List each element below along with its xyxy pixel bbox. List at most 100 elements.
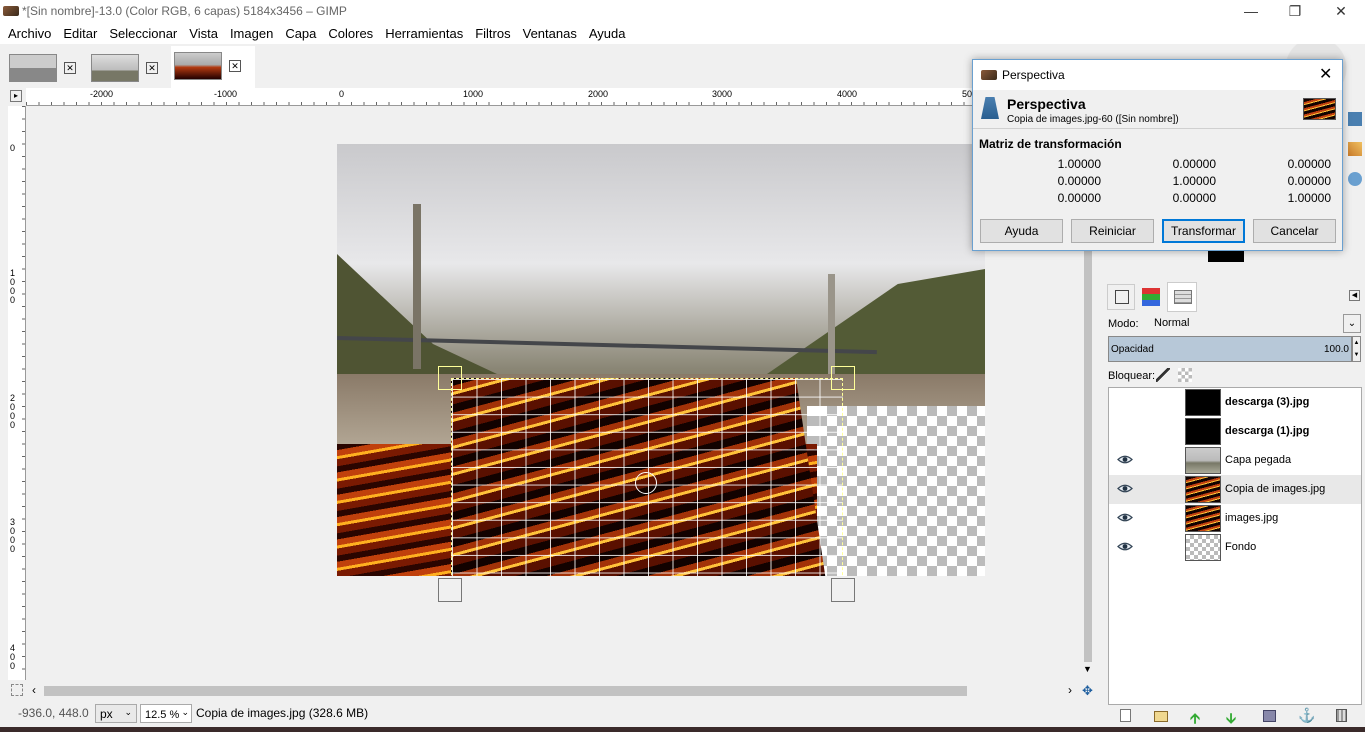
tool-icon-1[interactable]	[1348, 112, 1362, 126]
ruler-left-label: 3 0 0 0	[10, 517, 16, 554]
image-canvas[interactable]	[26, 106, 1079, 680]
opacity-spin-buttons[interactable]: ▲ ▼	[1352, 336, 1361, 362]
lock-alpha-icon[interactable]	[1178, 368, 1192, 382]
close-window-button[interactable]: ✕	[1318, 0, 1364, 22]
new-layer-icon[interactable]	[1120, 709, 1131, 722]
dialog-heading: Perspectiva	[1007, 96, 1086, 112]
visibility-eye-icon[interactable]	[1117, 454, 1133, 464]
help-button[interactable]: Ayuda	[980, 219, 1063, 243]
taskbar-strip	[0, 727, 1365, 732]
horizontal-scrollbar[interactable]	[44, 684, 1074, 696]
handle-bottom-left[interactable]	[438, 578, 462, 602]
scroll-down-icon[interactable]: ▼	[1083, 664, 1092, 674]
image-tab-2[interactable]: ✕	[88, 48, 172, 86]
menu-editar[interactable]: Editar	[57, 22, 103, 44]
matrix-cell: 0.00000	[1172, 191, 1216, 205]
menu-colores[interactable]: Colores	[322, 22, 379, 44]
handle-top-right[interactable]	[831, 366, 855, 390]
visibility-eye-icon[interactable]	[1117, 512, 1133, 522]
ruler-left-label: 0	[10, 143, 16, 153]
bridge-tower-left	[413, 204, 421, 369]
new-layer-group-icon[interactable]	[1154, 711, 1168, 722]
close-tab-icon[interactable]: ✕	[64, 62, 76, 74]
ruler-corner-button[interactable]: ▸	[10, 90, 22, 102]
image-tab-1[interactable]: ✕	[6, 48, 90, 86]
opacity-slider[interactable]: Opacidad 100.0	[1108, 336, 1352, 362]
mode-select[interactable]: Normal ⌄	[1150, 314, 1361, 333]
layer-row[interactable]: descarga (1).jpg	[1109, 417, 1361, 446]
scroll-left-icon[interactable]: ‹	[32, 683, 36, 697]
dialog-title-bar: Perspectiva ✕	[973, 60, 1342, 90]
matrix-cell: 0.00000	[1287, 174, 1331, 188]
dialog-close-icon[interactable]: ✕	[1319, 64, 1332, 84]
menu-archivo[interactable]: Archivo	[2, 22, 57, 44]
layer-row[interactable]: Copia de images.jpg	[1109, 475, 1361, 504]
layer-thumbnail	[1185, 505, 1221, 532]
ruler-top-label: 1000	[463, 89, 484, 99]
ruler-top-label: 2000	[588, 89, 609, 99]
visibility-eye-icon[interactable]	[1117, 396, 1131, 406]
layer-thumbnail	[1185, 534, 1221, 561]
layer-row[interactable]: Capa pegada	[1109, 446, 1361, 475]
handle-bottom-right[interactable]	[831, 578, 855, 602]
menu-vista[interactable]: Vista	[183, 22, 224, 44]
layer-thumbnail	[1185, 418, 1221, 445]
minimize-button[interactable]: —	[1228, 0, 1274, 22]
matrix-cell: 0.00000	[1057, 174, 1101, 188]
layer-thumbnail	[1185, 447, 1221, 474]
visibility-eye-icon[interactable]	[1117, 541, 1133, 551]
ruler-left-label: 4 0 0	[10, 643, 16, 671]
menu-capa[interactable]: Capa	[279, 22, 322, 44]
menu-herramientas[interactable]: Herramientas	[379, 22, 469, 44]
visibility-eye-icon[interactable]	[1117, 425, 1131, 435]
layer-row[interactable]: Fondo	[1109, 533, 1361, 562]
ruler-top-label: 4000	[837, 89, 858, 99]
matrix-cell: 0.00000	[1287, 157, 1331, 171]
horizontal-scroll-thumb[interactable]	[44, 686, 967, 696]
image-tab-3-active[interactable]: ✕	[171, 46, 255, 88]
menu-seleccionar[interactable]: Seleccionar	[103, 22, 183, 44]
menu-filtros[interactable]: Filtros	[469, 22, 516, 44]
close-tab-icon[interactable]: ✕	[146, 62, 158, 74]
menu-ayuda[interactable]: Ayuda	[583, 22, 632, 44]
maximize-button[interactable]: ❐	[1272, 0, 1318, 22]
transform-center-handle[interactable]	[635, 472, 657, 494]
menu-imagen[interactable]: Imagen	[224, 22, 279, 44]
zoom-select[interactable]: 12.5 % ⌄	[140, 704, 192, 723]
layer-name: Fondo	[1225, 541, 1257, 553]
unit-select[interactable]: px ⌄	[95, 704, 137, 723]
layer-preview-thumbnail	[1303, 98, 1336, 120]
tab-layers[interactable]	[1167, 282, 1197, 312]
tab-tool-options[interactable]	[1107, 284, 1135, 310]
window-title: *[Sin nombre]-13.0 (Color RGB, 6 capas) …	[22, 4, 347, 18]
lock-pixels-brush-icon[interactable]	[1156, 368, 1170, 382]
ruler-top-label: 50	[962, 89, 973, 99]
delete-layer-icon[interactable]	[1336, 709, 1347, 722]
layer-row[interactable]: images.jpg	[1109, 504, 1361, 533]
visibility-eye-icon[interactable]	[1117, 483, 1133, 493]
matrix-cell: 1.00000	[1172, 174, 1216, 188]
image-tabs: ✕ ✕ ✕	[0, 44, 1095, 88]
transform-button[interactable]: Transformar	[1162, 219, 1245, 243]
opacity-value: 100.0	[1323, 344, 1349, 355]
vertical-ruler: 0 1 0 0 0 2 0 0 0 3 0 0 0 4 0 0	[8, 106, 26, 680]
handle-top-left[interactable]	[438, 366, 462, 390]
duplicate-layer-icon[interactable]	[1263, 710, 1276, 722]
navigate-icon[interactable]: ✥	[1082, 683, 1093, 699]
tool-icon-3[interactable]	[1348, 172, 1362, 186]
matrix-cell: 1.00000	[1287, 191, 1331, 205]
dock-menu-icon[interactable]: ◀	[1349, 290, 1360, 301]
image-tab-thumbnail	[174, 52, 222, 80]
tool-options-icon	[1115, 290, 1129, 304]
pencil-icon[interactable]	[1348, 142, 1362, 156]
scroll-right-icon[interactable]: ›	[1068, 683, 1072, 697]
ruler-top-label: -2000	[90, 89, 114, 99]
close-tab-icon[interactable]: ✕	[229, 60, 241, 72]
menu-ventanas[interactable]: Ventanas	[517, 22, 583, 44]
anchor-layer-icon[interactable]: ⚓	[1298, 707, 1315, 724]
cancel-button[interactable]: Cancelar	[1253, 219, 1336, 243]
tab-palettes[interactable]	[1137, 284, 1165, 310]
quick-mask-icon[interactable]	[11, 684, 23, 696]
layer-row[interactable]: descarga (3).jpg	[1109, 388, 1361, 417]
reset-button[interactable]: Reiniciar	[1071, 219, 1154, 243]
